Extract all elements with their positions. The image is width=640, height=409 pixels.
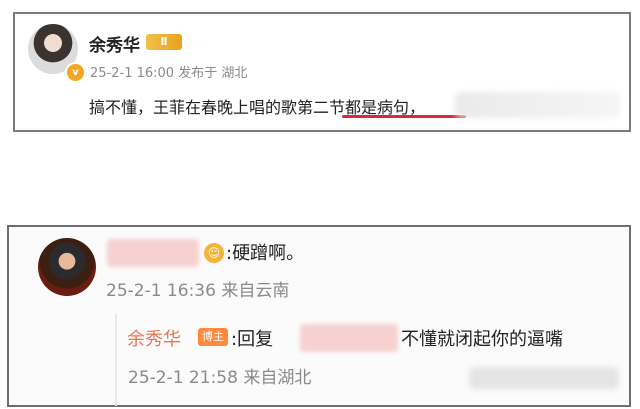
reply-author-name[interactable]: 余秀华 [127, 325, 181, 351]
highlight-underline [342, 115, 466, 118]
blurred-redaction [455, 92, 620, 118]
comment-meta: 25-2-1 16:36 来自云南 [106, 281, 290, 301]
blurred-reply-target [300, 324, 398, 352]
fan-badge-icon: ☺ [204, 243, 224, 263]
level-badge: Ⅱ [146, 34, 182, 50]
reply-meta: 25-2-1 21:58 来自湖北 [128, 368, 312, 388]
weibo-post-card: v 余秀华 Ⅱ 25-2-1 16:00 发布于 湖北 搞不懂，王菲在春晚上唱的… [13, 12, 631, 132]
commenter-avatar[interactable] [38, 238, 96, 296]
author-name[interactable]: 余秀华 [89, 31, 140, 56]
comment-text: :硬蹭啊。 [226, 243, 305, 264]
comment-card: ☺ :硬蹭啊。 25-2-1 16:36 来自云南 余秀华 博主 :回复 不懂就… [7, 225, 631, 407]
post-meta: 25-2-1 16:00 发布于 湖北 [90, 66, 248, 81]
reply-divider [115, 314, 117, 406]
verified-icon: v [65, 62, 86, 83]
blurred-watermark [469, 367, 619, 389]
reply-text: 不懂就闭起你的逼嘴 [401, 329, 563, 350]
host-badge: 博主 [198, 328, 228, 346]
reply-prefix: :回复 [231, 329, 274, 350]
blurred-commenter-name [107, 239, 199, 267]
